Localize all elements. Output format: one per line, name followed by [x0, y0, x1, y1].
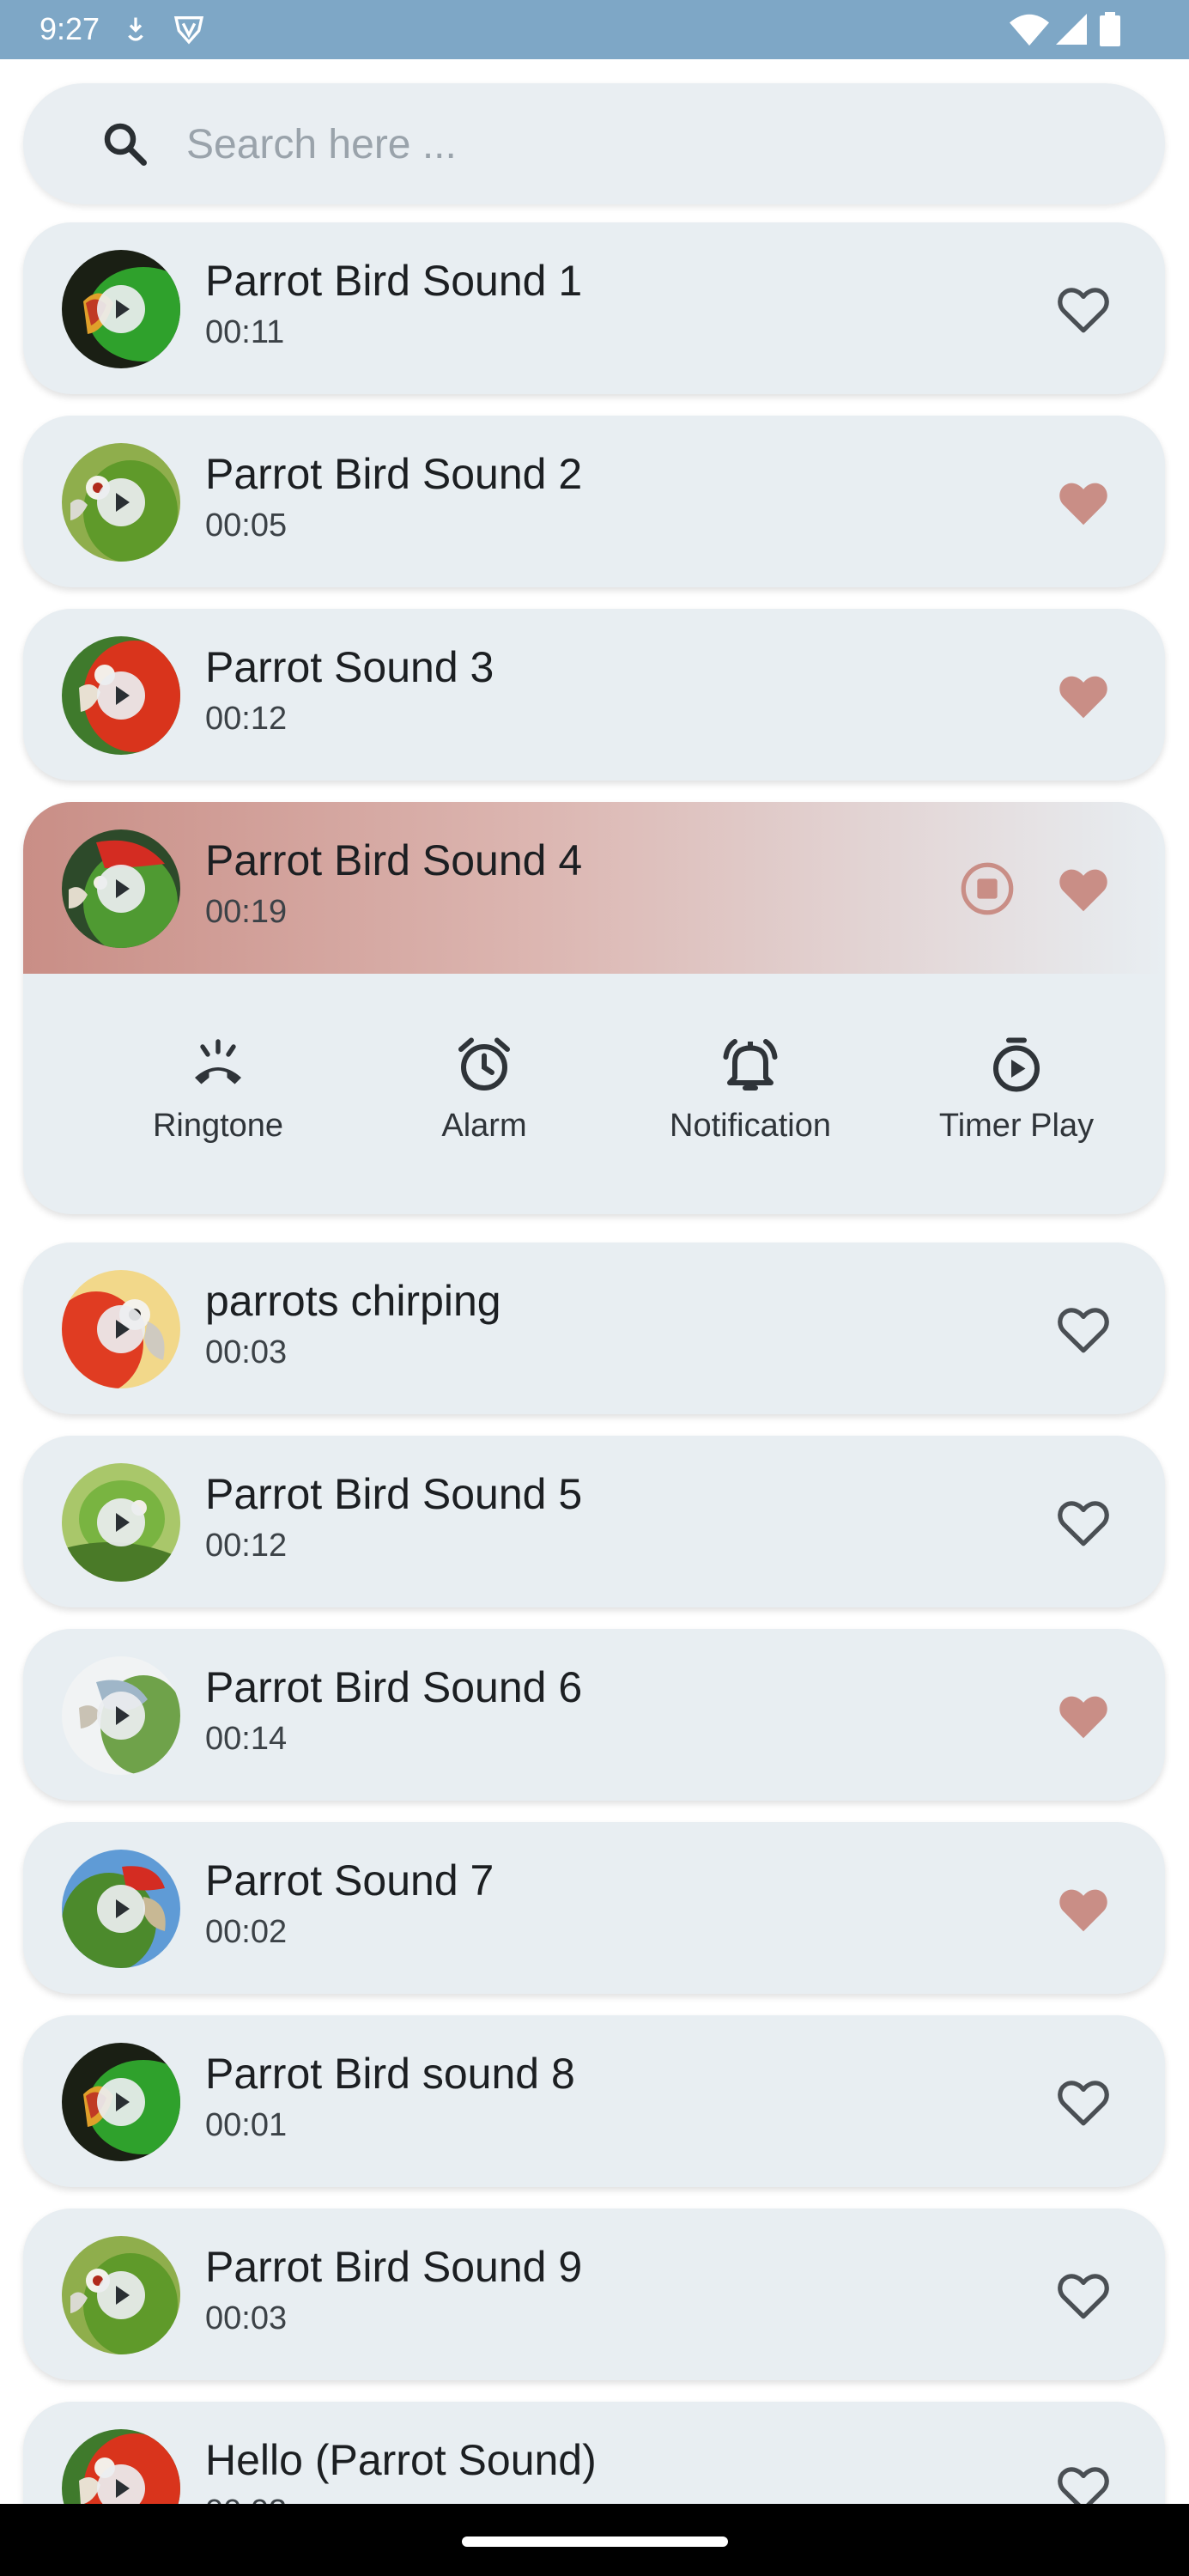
- sound-title: Parrot Bird Sound 6: [205, 1663, 583, 1711]
- play-icon: [116, 1513, 130, 1532]
- favorite-heart-filled-icon[interactable]: [1053, 1686, 1113, 1746]
- play-icon: [116, 493, 130, 512]
- favorite-heart-outline-icon[interactable]: [1053, 2265, 1113, 2325]
- status-time: 9:27: [39, 11, 100, 46]
- ringtone-button[interactable]: Ringtone: [85, 1034, 351, 1145]
- ringtone-phone-icon: [195, 1039, 241, 1084]
- sound-card[interactable]: Parrot Sound 7 00:02: [23, 1822, 1165, 1994]
- favorite-heart-outline-icon[interactable]: [1053, 2072, 1113, 2132]
- sound-title: Parrot Bird Sound 4: [205, 836, 583, 884]
- sound-card[interactable]: Parrot Bird Sound 1 00:11: [23, 222, 1165, 394]
- sound-duration: 00:12: [205, 701, 288, 737]
- sound-actions-row: Ringtone Alarm Notification Timer Play: [23, 974, 1165, 1214]
- sound-card[interactable]: Parrot Bird Sound 6 00:14: [23, 1629, 1165, 1801]
- sound-title: parrots chirping: [205, 1277, 501, 1325]
- sound-title: Parrot Bird Sound 2: [205, 450, 583, 498]
- sound-card[interactable]: Parrot Bird Sound 9 00:03: [23, 2208, 1165, 2380]
- favorite-heart-outline-icon[interactable]: [1053, 279, 1113, 339]
- play-button[interactable]: [97, 2078, 145, 2126]
- favorite-heart-filled-icon[interactable]: [1053, 859, 1113, 919]
- sound-duration: 00:12: [205, 1528, 288, 1564]
- timer-play-button[interactable]: Timer Play: [883, 1034, 1150, 1145]
- play-icon: [116, 879, 130, 898]
- timer-play-label: Timer Play: [938, 1108, 1095, 1144]
- sound-card-expanded[interactable]: Parrot Bird Sound 4 00:19 Ringtone Alarm: [23, 802, 1165, 1214]
- sound-title: Parrot Sound 3: [205, 643, 494, 691]
- notification-label: Notification: [670, 1108, 831, 1144]
- ringtone-label: Ringtone: [152, 1108, 284, 1144]
- sound-card[interactable]: Parrot Bird Sound 2 00:05: [23, 416, 1165, 587]
- play-icon: [116, 1899, 130, 1918]
- sound-card[interactable]: Parrot Bird sound 8 00:01: [23, 2015, 1165, 2187]
- play-button[interactable]: [97, 671, 145, 720]
- play-button[interactable]: [97, 1692, 145, 1740]
- search-bar[interactable]: Search here ...: [23, 83, 1165, 204]
- sound-duration: 00:19: [205, 894, 288, 930]
- play-icon: [116, 1706, 130, 1725]
- wifi-icon: [1010, 14, 1049, 46]
- play-button[interactable]: [97, 1498, 145, 1546]
- play-button[interactable]: [97, 865, 145, 913]
- play-button[interactable]: [97, 285, 145, 333]
- sound-duration: 00:02: [205, 1914, 288, 1950]
- sound-duration: 00:14: [205, 1721, 288, 1757]
- play-icon: [116, 2286, 130, 2305]
- alarm-button[interactable]: Alarm: [351, 1034, 617, 1145]
- play-icon: [116, 686, 130, 705]
- favorite-heart-outline-icon[interactable]: [1053, 1299, 1113, 1359]
- sound-title: Parrot Bird Sound 1: [205, 257, 583, 305]
- sound-duration: 00:11: [205, 314, 285, 350]
- sound-duration: 00:01: [205, 2107, 288, 2143]
- favorite-heart-filled-icon[interactable]: [1053, 1879, 1113, 1939]
- sound-duration: 00:03: [205, 2300, 288, 2336]
- sound-title: Parrot Bird Sound 5: [205, 1470, 583, 1518]
- search-input[interactable]: Search here ...: [186, 121, 457, 169]
- play-button[interactable]: [97, 1305, 145, 1353]
- play-icon: [116, 300, 130, 319]
- sound-title: Parrot Sound 7: [205, 1856, 494, 1905]
- sound-title: Parrot Bird Sound 9: [205, 2243, 583, 2291]
- sound-duration: 00:03: [205, 1334, 288, 1370]
- favorite-heart-filled-icon[interactable]: [1053, 665, 1113, 726]
- notification-bell-icon: [723, 1039, 778, 1091]
- usb-download-icon: [128, 17, 143, 41]
- play-button[interactable]: [97, 2271, 145, 2319]
- alarm-label: Alarm: [441, 1108, 527, 1144]
- sound-card[interactable]: parrots chirping 00:03: [23, 1242, 1165, 1414]
- signal-icon: [1056, 14, 1087, 45]
- play-icon: [116, 2093, 130, 2111]
- navigation-bar: [0, 2504, 1189, 2576]
- search-icon: [104, 123, 147, 166]
- sound-card[interactable]: Parrot Sound 3 00:12: [23, 609, 1165, 781]
- status-bar: 9:27: [0, 0, 1189, 59]
- alarm-clock-icon: [458, 1037, 510, 1091]
- sound-duration: 00:05: [205, 507, 288, 544]
- favorite-heart-outline-icon[interactable]: [1053, 1492, 1113, 1552]
- home-gesture-handle[interactable]: [462, 2537, 728, 2547]
- play-button[interactable]: [97, 478, 145, 526]
- play-icon: [116, 1320, 130, 1339]
- stop-icon[interactable]: [957, 859, 1017, 919]
- play-button[interactable]: [97, 1885, 145, 1933]
- favorite-heart-filled-icon[interactable]: [1053, 472, 1113, 532]
- notification-button[interactable]: Notification: [617, 1034, 883, 1145]
- battery-icon: [1100, 12, 1120, 46]
- sound-card[interactable]: Parrot Bird Sound 5 00:12: [23, 1436, 1165, 1607]
- sound-title: Hello (Parrot Sound): [205, 2436, 597, 2484]
- shield-v-icon: [173, 16, 204, 45]
- sound-title: Parrot Bird sound 8: [205, 2050, 575, 2098]
- timer-stopwatch-icon: [993, 1037, 1040, 1092]
